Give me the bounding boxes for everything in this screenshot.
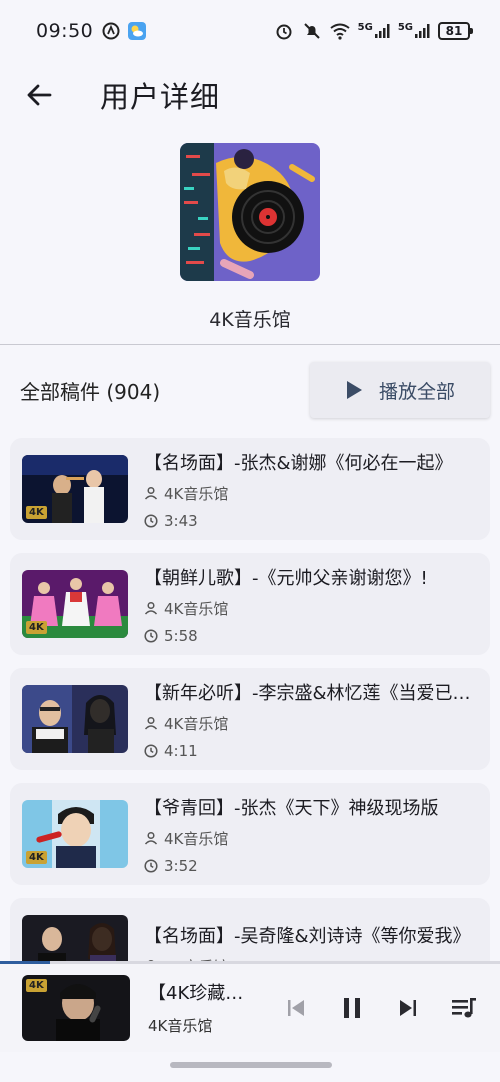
signal-icon — [415, 24, 430, 38]
status-right-icons: 5G 5G 81 — [274, 21, 473, 41]
signal-icon — [374, 24, 390, 38]
4k-badge: 4K — [26, 621, 47, 634]
video-thumbnail — [22, 685, 128, 753]
item-info: 【爷青回】-张杰《天下》神级现场版 4K音乐馆 3:52 — [144, 794, 474, 875]
video-thumbnail: 4K — [22, 570, 128, 638]
item-author: 4K音乐馆 — [164, 599, 229, 618]
author-row: 4K音乐馆 — [144, 828, 474, 849]
playback-progress-bar[interactable] — [0, 961, 500, 964]
person-icon — [144, 831, 158, 845]
item-duration: 3:52 — [164, 856, 198, 875]
mini-player[interactable]: 4K 【4K珍藏版】 4K音乐馆 — [0, 961, 500, 1052]
next-button[interactable] — [394, 994, 422, 1022]
play-icon — [346, 381, 362, 399]
home-indicator[interactable] — [170, 1062, 332, 1068]
duration-row: 5:58 — [144, 627, 474, 645]
player-artist: 4K音乐馆 — [148, 1017, 213, 1035]
player-thumbnail: 4K — [22, 974, 130, 1041]
list-item[interactable]: 4K 【名场面】-张杰&谢娜《何必在一起》 4K音乐馆 3:43 — [10, 438, 490, 540]
4k-badge: 4K — [26, 506, 47, 519]
4k-badge: 4K — [26, 851, 47, 864]
list-item[interactable]: 4K 【朝鲜儿歌】-《元帅父亲谢谢您》! 4K音乐馆 5:58 — [10, 553, 490, 655]
player-title: 【4K珍藏版】 — [148, 983, 258, 1004]
battery-indicator: 81 — [438, 22, 473, 40]
arrow-left-icon — [27, 84, 52, 106]
author-row: 4K音乐馆 — [144, 483, 474, 504]
video-list: 4K 【名场面】-张杰&谢娜《何必在一起》 4K音乐馆 3:43 4K 【朝鲜儿… — [10, 438, 490, 1013]
person-icon — [144, 486, 158, 500]
status-bar: 09:50 5G 5G 81 — [0, 0, 500, 62]
clock-icon — [144, 743, 158, 758]
item-author: 4K音乐馆 — [164, 484, 229, 503]
skip-next-icon — [400, 999, 416, 1016]
list-item[interactable]: 【新年必听】-李宗盛&林忆莲《当爱已成往事》 4K音乐馆 4:11 — [10, 668, 490, 770]
back-button[interactable] — [14, 70, 64, 120]
item-title: 【名场面】-吴奇隆&刘诗诗《等你爱我》 — [144, 925, 471, 947]
playback-progress-fill — [0, 961, 50, 964]
item-duration: 4:11 — [164, 741, 198, 760]
item-info: 【朝鲜儿歌】-《元帅父亲谢谢您》! 4K音乐馆 5:58 — [144, 564, 474, 645]
cell-signal-b: 5G — [398, 23, 430, 39]
pause-button[interactable] — [338, 994, 366, 1022]
player-info: 【4K珍藏版】 4K音乐馆 — [148, 979, 258, 1036]
cell-signal-a: 5G — [358, 23, 390, 39]
divider — [0, 344, 500, 345]
play-all-button[interactable]: 播放全部 — [310, 362, 490, 418]
clock-icon — [144, 628, 158, 643]
queue-button[interactable] — [450, 994, 478, 1022]
list-toolbar: 全部稿件 (904) 播放全部 — [0, 362, 500, 418]
item-info: 【新年必听】-李宗盛&林忆莲《当爱已成往事》 4K音乐馆 4:11 — [144, 679, 474, 760]
item-duration: 5:58 — [164, 626, 198, 645]
user-profile: 4K音乐馆 — [0, 143, 500, 343]
item-info: 【名场面】-张杰&谢娜《何必在一起》 4K音乐馆 3:43 — [144, 449, 474, 530]
app-header: 用户详细 — [0, 62, 500, 128]
item-title: 【新年必听】-李宗盛&林忆莲《当爱已成往事》 — [144, 682, 474, 704]
pause-icon — [344, 997, 360, 1018]
clock-icon — [144, 858, 158, 873]
mute-icon — [302, 21, 322, 41]
wifi-icon — [330, 21, 350, 41]
duration-row: 3:43 — [144, 512, 474, 530]
player-controls — [282, 994, 478, 1022]
person-icon — [144, 601, 158, 615]
clock-icon — [144, 513, 158, 528]
play-all-label: 播放全部 — [378, 380, 455, 403]
submission-count-label: 全部稿件 (904) — [20, 379, 161, 404]
status-time: 09:50 — [36, 20, 94, 42]
duration-row: 3:52 — [144, 857, 474, 875]
status-left-icons — [101, 21, 147, 41]
skip-previous-icon — [288, 999, 304, 1016]
previous-button[interactable] — [282, 994, 310, 1022]
item-author: 4K音乐馆 — [164, 829, 229, 848]
data-saver-icon — [101, 21, 121, 41]
item-title: 【名场面】-张杰&谢娜《何必在一起》 — [144, 452, 453, 474]
list-item[interactable]: 4K 【爷青回】-张杰《天下》神级现场版 4K音乐馆 3:52 — [10, 783, 490, 885]
queue-music-icon — [452, 997, 476, 1017]
page-title: 用户详细 — [100, 80, 221, 114]
4k-badge: 4K — [26, 978, 47, 992]
item-author: 4K音乐馆 — [164, 714, 229, 733]
item-title: 【爷青回】-张杰《天下》神级现场版 — [144, 797, 439, 819]
alarm-icon — [274, 21, 294, 41]
avatar — [180, 143, 320, 281]
video-thumbnail: 4K — [22, 455, 128, 523]
author-row: 4K音乐馆 — [144, 598, 474, 619]
profile-name: 4K音乐馆 — [209, 309, 291, 331]
author-row: 4K音乐馆 — [144, 713, 474, 734]
item-title: 【朝鲜儿歌】-《元帅父亲谢谢您》! — [144, 567, 428, 589]
weather-icon — [127, 21, 147, 41]
video-thumbnail: 4K — [22, 800, 128, 868]
person-icon — [144, 716, 158, 730]
duration-row: 4:11 — [144, 742, 474, 760]
item-duration: 3:43 — [164, 511, 198, 530]
